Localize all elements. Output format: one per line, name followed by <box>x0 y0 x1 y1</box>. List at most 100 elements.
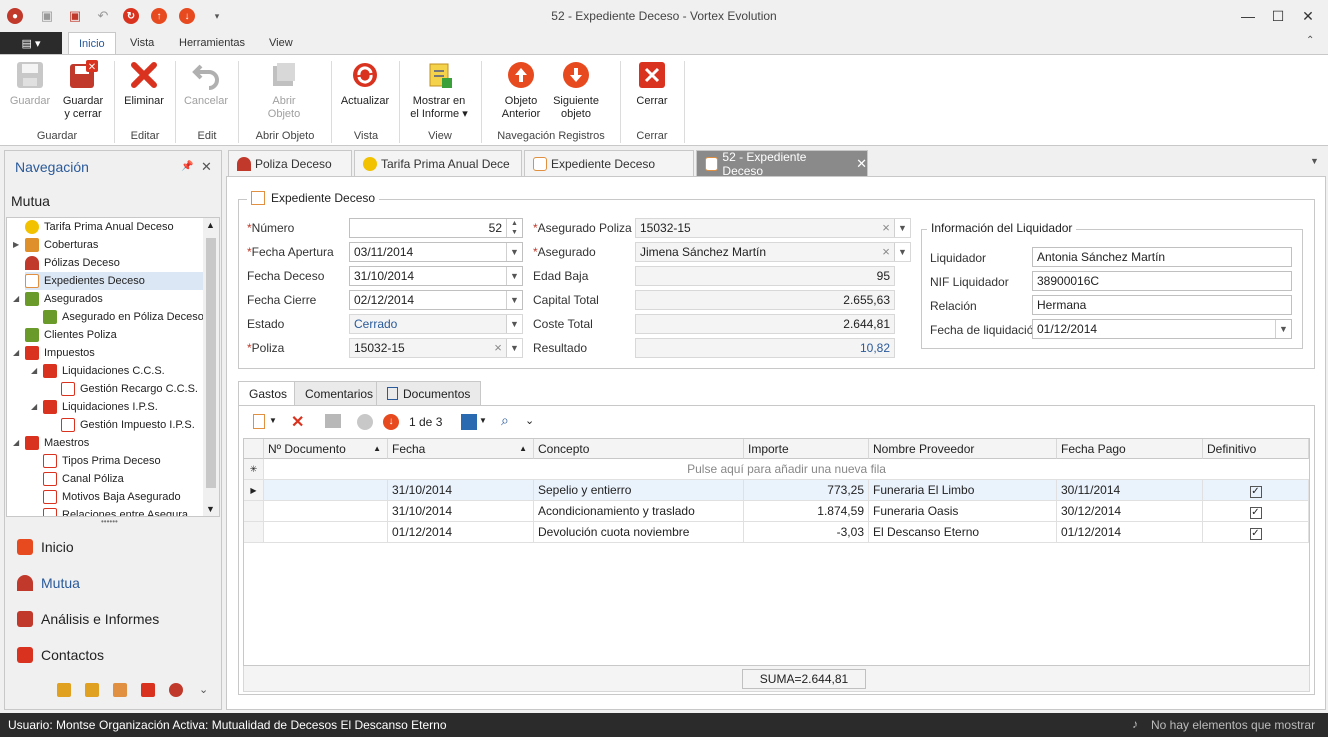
bell-icon[interactable]: ♪ <box>1132 717 1138 731</box>
tree-item-polizas[interactable]: Pólizas Deceso <box>25 254 203 272</box>
cell-concepto[interactable]: Acondicionamiento y traslado <box>534 501 744 522</box>
tab-documentos[interactable]: Documentos <box>376 381 482 405</box>
nav-link-mutua[interactable]: Mutua <box>17 575 80 591</box>
chevron-down-icon[interactable]: ▼ <box>506 267 522 285</box>
col-header-fecha-pago[interactable]: Fecha Pago <box>1057 439 1203 459</box>
guardar-button[interactable]: Guardar <box>8 59 52 108</box>
cell-documento[interactable] <box>264 501 388 522</box>
tree-item-liq-ips[interactable]: Liquidaciones I.P.S. <box>43 398 203 416</box>
col-header-documento[interactable]: Nº Documento ▲ <box>264 439 388 459</box>
cancelar-button[interactable]: Cancelar <box>182 59 230 108</box>
objeto-anterior-button[interactable]: Objeto Anterior <box>496 59 546 121</box>
save-icon[interactable] <box>461 414 477 430</box>
fecha-deceso-input[interactable]: 31/10/2014 ▼ <box>349 266 523 286</box>
tree-scrollbar[interactable]: ▲ ▼ <box>203 218 219 516</box>
cell-fecha-pago[interactable]: 30/11/2014 <box>1057 480 1203 501</box>
asegurado-select[interactable]: Jimena Sánchez Martín × ▼ <box>635 242 911 262</box>
scroll-down-icon[interactable]: ▼ <box>206 504 215 514</box>
delete-icon[interactable]: ✕ <box>291 412 304 432</box>
chevron-down-icon[interactable]: ▼ <box>269 416 277 425</box>
arrow-up-icon[interactable] <box>357 414 373 430</box>
cell-proveedor[interactable]: Funeraria El Limbo <box>869 480 1057 501</box>
arrow-down-icon[interactable]: ↓ <box>383 414 399 430</box>
collapse-arrow-icon[interactable]: ◢ <box>13 294 19 303</box>
tab-view[interactable]: View <box>259 32 303 54</box>
file-menu-button[interactable]: ▤ ▾ <box>0 32 62 54</box>
open-object-icon[interactable] <box>325 414 341 428</box>
nav-link-analisis[interactable]: Análisis e Informes <box>17 611 159 627</box>
doc-tab-expediente[interactable]: Expediente Deceso <box>524 150 694 176</box>
tree-item-gestion-ccs[interactable]: Gestión Recargo C.C.S. <box>61 380 203 398</box>
fecha-apertura-input[interactable]: 03/11/2014 ▼ <box>349 242 523 262</box>
collapse-arrow-icon[interactable]: ◢ <box>13 438 19 447</box>
clear-icon[interactable]: × <box>490 339 506 357</box>
guardar-cerrar-button[interactable]: ✕ Guardar y cerrar <box>60 59 106 121</box>
tree-item-canal[interactable]: Canal Póliza <box>43 470 203 488</box>
tab-gastos[interactable]: Gastos <box>238 381 299 405</box>
tree-item-asegurados[interactable]: Asegurados <box>25 290 203 308</box>
cell-definitivo[interactable]: ✓ <box>1203 480 1309 501</box>
tree-item-maestros[interactable]: Maestros <box>25 434 203 452</box>
chevron-down-icon[interactable]: ⌄ <box>525 414 534 427</box>
cell-fecha[interactable]: 31/10/2014 <box>388 501 534 522</box>
expand-arrow-icon[interactable]: ▶ <box>13 240 19 249</box>
collapse-arrow-icon[interactable]: ◢ <box>31 402 37 411</box>
collapse-arrow-icon[interactable]: ◢ <box>13 348 19 357</box>
nif-input[interactable]: 38900016C <box>1032 271 1292 291</box>
chevron-down-icon[interactable]: ▼ <box>1275 320 1291 338</box>
cell-documento[interactable] <box>264 480 388 501</box>
tree-item-impuestos[interactable]: Impuestos <box>25 344 203 362</box>
chevron-down-icon[interactable]: ▼ <box>479 416 487 425</box>
coins-icon[interactable] <box>57 683 71 697</box>
cell-definitivo[interactable]: ✓ <box>1203 501 1309 522</box>
settings-icon[interactable] <box>169 683 183 697</box>
cell-proveedor[interactable]: El Descanso Eterno <box>869 522 1057 543</box>
search-icon[interactable]: ⌕ <box>501 412 509 429</box>
tree-item-gestion-ips[interactable]: Gestión Impuesto I.P.S. <box>61 416 203 434</box>
doc-tab-52-expediente[interactable]: 52 - Expediente Deceso ✕ <box>696 150 868 178</box>
definitivo-checkbox[interactable]: ✓ <box>1249 507 1262 519</box>
liquidador-input[interactable]: Antonia Sánchez Martín <box>1032 247 1292 267</box>
close-tab-icon[interactable]: ✕ <box>856 156 867 172</box>
abrir-objeto-button[interactable]: Abrir Objeto <box>260 59 308 121</box>
doc-tab-poliza[interactable]: Poliza Deceso <box>228 150 352 176</box>
tab-herramientas[interactable]: Herramientas <box>169 32 255 54</box>
nav-link-inicio[interactable]: Inicio <box>17 539 74 555</box>
asegurado-poliza-select[interactable]: 15032-15 × ▼ <box>635 218 911 238</box>
new-row-prompt[interactable]: Pulse aquí para añadir una nueva fila <box>264 459 1309 480</box>
minimize-button[interactable]: — <box>1238 6 1258 26</box>
definitivo-checkbox[interactable]: ✓ <box>1249 528 1262 540</box>
new-document-icon[interactable] <box>253 414 265 429</box>
close-window-button[interactable]: ✕ <box>1298 6 1318 26</box>
close-panel-icon[interactable]: ✕ <box>201 159 212 175</box>
estado-select[interactable]: Cerrado ▼ <box>349 314 523 334</box>
chevron-down-icon[interactable]: ▼ <box>894 219 910 237</box>
cell-documento[interactable] <box>264 522 388 543</box>
tab-comentarios[interactable]: Comentarios <box>294 381 385 405</box>
box-icon[interactable] <box>113 683 127 697</box>
nav-link-contactos[interactable]: Contactos <box>17 647 104 663</box>
mostrar-informe-button[interactable]: Mostrar en el Informe ▾ <box>406 59 472 121</box>
tree-item-expedientes[interactable]: Expedientes Deceso <box>25 272 203 290</box>
col-header-importe[interactable]: Importe <box>744 439 869 459</box>
col-header-proveedor[interactable]: Nombre Proveedor <box>869 439 1057 459</box>
scroll-up-icon[interactable]: ▲ <box>206 220 215 230</box>
tree-item-asegurado-poliza[interactable]: Asegurado en Póliza Deceso <box>43 308 204 326</box>
more-icon[interactable]: ⌄ <box>199 683 208 696</box>
cell-importe[interactable]: 773,25 <box>744 480 869 501</box>
tree-item-motivos[interactable]: Motivos Baja Asegurado <box>43 488 203 506</box>
tree-item-clientes[interactable]: Clientes Poliza <box>25 326 203 344</box>
cell-fecha-pago[interactable]: 01/12/2014 <box>1057 522 1203 543</box>
chevron-down-icon[interactable]: ▼ <box>506 291 522 309</box>
cell-importe[interactable]: 1.874,59 <box>744 501 869 522</box>
chevron-down-icon[interactable]: ▼ <box>894 243 910 261</box>
tabs-dropdown-icon[interactable]: ▼ <box>1310 156 1319 166</box>
scroll-thumb[interactable] <box>206 238 216 488</box>
tab-inicio[interactable]: Inicio <box>68 32 116 54</box>
col-header-fecha[interactable]: Fecha ▲ <box>388 439 534 459</box>
cell-concepto[interactable]: Devolución cuota noviembre <box>534 522 744 543</box>
cell-fecha[interactable]: 31/10/2014 <box>388 480 534 501</box>
col-header-definitivo[interactable]: Definitivo <box>1203 439 1309 459</box>
clear-icon[interactable]: × <box>878 219 894 237</box>
pin-icon[interactable]: 📌 <box>181 161 193 172</box>
